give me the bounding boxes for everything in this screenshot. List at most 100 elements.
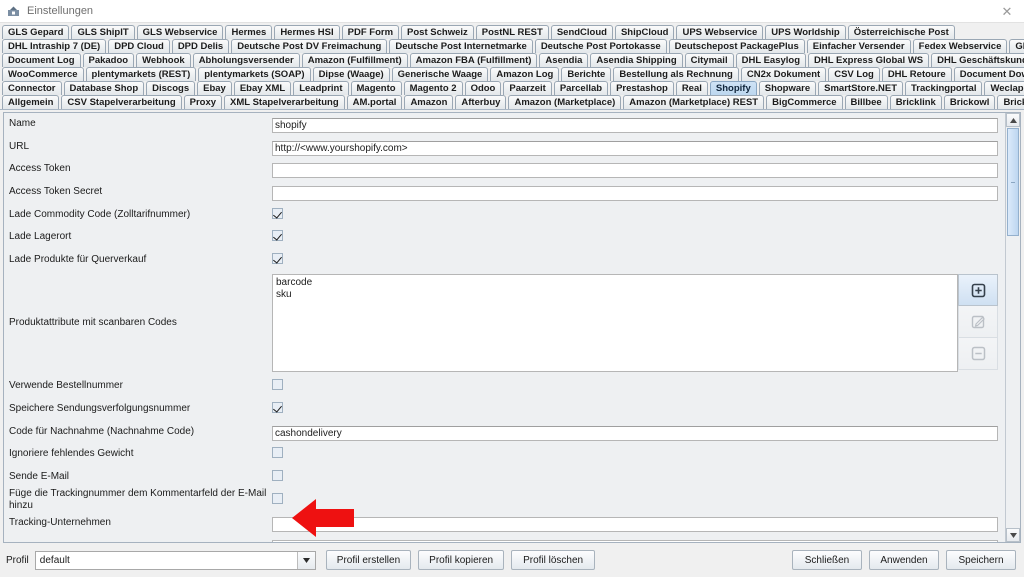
tab-trackingportal[interactable]: Trackingportal	[905, 81, 983, 95]
tab-einfacher-versender[interactable]: Einfacher Versender	[806, 39, 911, 53]
tab-cn2x-dokument[interactable]: CN2x Dokument	[740, 67, 827, 81]
tab-asendia-shipping[interactable]: Asendia Shipping	[590, 53, 683, 67]
tab-dhl-retoure[interactable]: DHL Retoure	[881, 67, 952, 81]
tab-deutschepost-packageplus[interactable]: Deutschepost PackagePlus	[668, 39, 805, 53]
tab-webhook[interactable]: Webhook	[136, 53, 191, 67]
tab-deutsche-post-internetmarke[interactable]: Deutsche Post Internetmarke	[389, 39, 533, 53]
tab-hermes[interactable]: Hermes	[225, 25, 273, 39]
tab-amazon[interactable]: Amazon	[404, 95, 454, 109]
checkbox-ignoriere-fehlendes-gewicht[interactable]	[272, 447, 283, 459]
tab-abholungsversender[interactable]: Abholungsversender	[192, 53, 300, 67]
close-button[interactable]: Schließen	[792, 550, 862, 570]
scroll-up-icon[interactable]	[1006, 113, 1020, 127]
tab-csv-stapelverarbeitung[interactable]: CSV Stapelverarbeitung	[61, 95, 182, 109]
list-item[interactable]: sku	[276, 289, 954, 301]
input-name[interactable]	[272, 118, 998, 134]
input-access-token-secret[interactable]	[272, 186, 998, 202]
tab-discogs[interactable]: Discogs	[146, 81, 196, 95]
tab-pdf-form[interactable]: PDF Form	[341, 25, 400, 39]
tab-xml-stapelverarbeitung[interactable]: XML Stapelverarbeitung	[224, 95, 345, 109]
tab-shopware[interactable]: Shopware	[758, 81, 817, 95]
tab-connector[interactable]: Connector	[2, 81, 62, 95]
tab-plentymarkets-soap[interactable]: plentymarkets (SOAP)	[198, 67, 311, 81]
input-url[interactable]	[272, 140, 998, 156]
tab-amazon-fulfillment[interactable]: Amazon (Fulfillment)	[301, 53, 408, 67]
close-icon[interactable]: ✕	[994, 1, 1020, 22]
tab-allgemein[interactable]: Allgemein	[2, 95, 60, 109]
tab-ebay-xml[interactable]: Ebay XML	[233, 81, 292, 95]
tab-gel-express[interactable]: GEL Express	[1009, 39, 1024, 53]
tab-magento-2[interactable]: Magento 2	[403, 81, 463, 95]
tab-brickowl[interactable]: Brickowl	[943, 95, 996, 109]
tab-billbee[interactable]: Billbee	[844, 95, 888, 109]
tab-weclapp[interactable]: Weclapp	[984, 81, 1024, 95]
tab-citymail[interactable]: Citymail	[684, 53, 734, 67]
tab-dpd-delis[interactable]: DPD Delis	[171, 39, 230, 53]
tab-bestellung-als-rechnung[interactable]: Bestellung als Rechnung	[613, 67, 739, 81]
tab-asendia[interactable]: Asendia	[539, 53, 589, 67]
tab-gls-gepard[interactable]: GLS Gepard	[2, 25, 70, 39]
chevron-down-icon[interactable]	[296, 551, 315, 569]
tab-post-schweiz[interactable]: Post Schweiz	[401, 25, 474, 39]
tab-amazon-log[interactable]: Amazon Log	[490, 67, 560, 81]
tab-document-log[interactable]: Document Log	[2, 53, 81, 67]
apply-button[interactable]: Anwenden	[869, 550, 939, 570]
scroll-down-icon[interactable]	[1006, 528, 1020, 542]
list-item[interactable]: barcode	[276, 277, 954, 289]
tab-deutsche-post-dv-freimachung[interactable]: Deutsche Post DV Freimachung	[231, 39, 388, 53]
checkbox-sende-e-mail[interactable]	[272, 469, 283, 481]
tab-woocommerce[interactable]: WooCommerce	[2, 67, 84, 81]
tab-postnl-rest[interactable]: PostNL REST	[475, 25, 549, 39]
tab-dhl-easylog[interactable]: DHL Easylog	[735, 53, 807, 67]
profile-select[interactable]: default	[34, 550, 316, 570]
checkbox-fuege-die-trackingnummer-dem-kommentarfeld-der[interactable]	[272, 493, 283, 505]
tab-dipse-waage[interactable]: Dipse (Waage)	[312, 67, 390, 81]
tab-amazon-fba-fulfillment[interactable]: Amazon FBA (Fulfillment)	[409, 53, 538, 67]
checkbox-lade-lagerort[interactable]	[272, 230, 283, 242]
tab-berichte[interactable]: Berichte	[561, 67, 612, 81]
checkbox-lade-produkte-fuer-querverkauf[interactable]	[272, 252, 283, 264]
tab-database-shop[interactable]: Database Shop	[63, 81, 145, 95]
tab-hermes-hsi[interactable]: Hermes HSI	[274, 25, 340, 39]
tab-prestashop[interactable]: Prestashop	[610, 81, 674, 95]
tab-amazon-marketplace-rest[interactable]: Amazon (Marketplace) REST	[623, 95, 765, 109]
tab-leadprint[interactable]: Leadprint	[293, 81, 349, 95]
input-access-token[interactable]	[272, 163, 998, 179]
tab-shopify[interactable]: Shopify	[709, 81, 757, 95]
scrollbar-thumb[interactable]	[1007, 128, 1019, 236]
tab-odoo[interactable]: Odoo	[464, 81, 502, 95]
input-code-fuer-nachnahme-nachnahme-code[interactable]	[272, 425, 998, 441]
checkbox-lade-commodity-code-zolltarifnummer[interactable]	[272, 207, 283, 219]
add-icon[interactable]	[958, 274, 998, 307]
tab-real[interactable]: Real	[675, 81, 708, 95]
tab-sterreichische-post[interactable]: Österreichische Post	[847, 25, 955, 39]
tab-brickscout[interactable]: Brickscout	[997, 95, 1024, 109]
tab-generische-waage[interactable]: Generische Waage	[391, 67, 489, 81]
tab-shipcloud[interactable]: ShipCloud	[614, 25, 675, 39]
tab-ebay[interactable]: Ebay	[197, 81, 232, 95]
tab-pakadoo[interactable]: Pakadoo	[82, 53, 135, 67]
tab-afterbuy[interactable]: Afterbuy	[455, 95, 507, 109]
copy-profile-button[interactable]: Profil kopieren	[418, 550, 505, 570]
tab-dhl-express-global-ws[interactable]: DHL Express Global WS	[808, 53, 930, 67]
tab-ups-webservice[interactable]: UPS Webservice	[676, 25, 764, 39]
tab-gls-shipit[interactable]: GLS ShipIT	[71, 25, 135, 39]
checkbox-speichere-sendungsverfolgungsnummer[interactable]	[272, 402, 283, 414]
checkbox-verwende-bestellnummer[interactable]	[272, 379, 283, 391]
tab-csv-log[interactable]: CSV Log	[828, 67, 880, 81]
tab-magento[interactable]: Magento	[350, 81, 402, 95]
listbox-produktattribute-mit-scanbaren-codes[interactable]: barcode sku	[272, 274, 958, 373]
tab-paarzeit[interactable]: Paarzeit	[503, 81, 552, 95]
tab-amazon-marketplace[interactable]: Amazon (Marketplace)	[508, 95, 622, 109]
tab-parcellab[interactable]: Parcellab	[553, 81, 609, 95]
tab-dpd-cloud[interactable]: DPD Cloud	[108, 39, 170, 53]
tab-sendcloud[interactable]: SendCloud	[550, 25, 613, 39]
input-tracking-unternehmen[interactable]	[272, 517, 998, 533]
tab-deutsche-post-portokasse[interactable]: Deutsche Post Portokasse	[534, 39, 667, 53]
vertical-scrollbar[interactable]	[1005, 113, 1020, 542]
tab-dhl-gesch-ftskundenversand[interactable]: DHL Geschäftskundenversand	[931, 53, 1024, 67]
tab-bricklink[interactable]: Bricklink	[889, 95, 942, 109]
tab-smartstore-net[interactable]: SmartStore.NET	[818, 81, 903, 95]
tab-proxy[interactable]: Proxy	[183, 95, 223, 109]
tab-bigcommerce[interactable]: BigCommerce	[766, 95, 843, 109]
